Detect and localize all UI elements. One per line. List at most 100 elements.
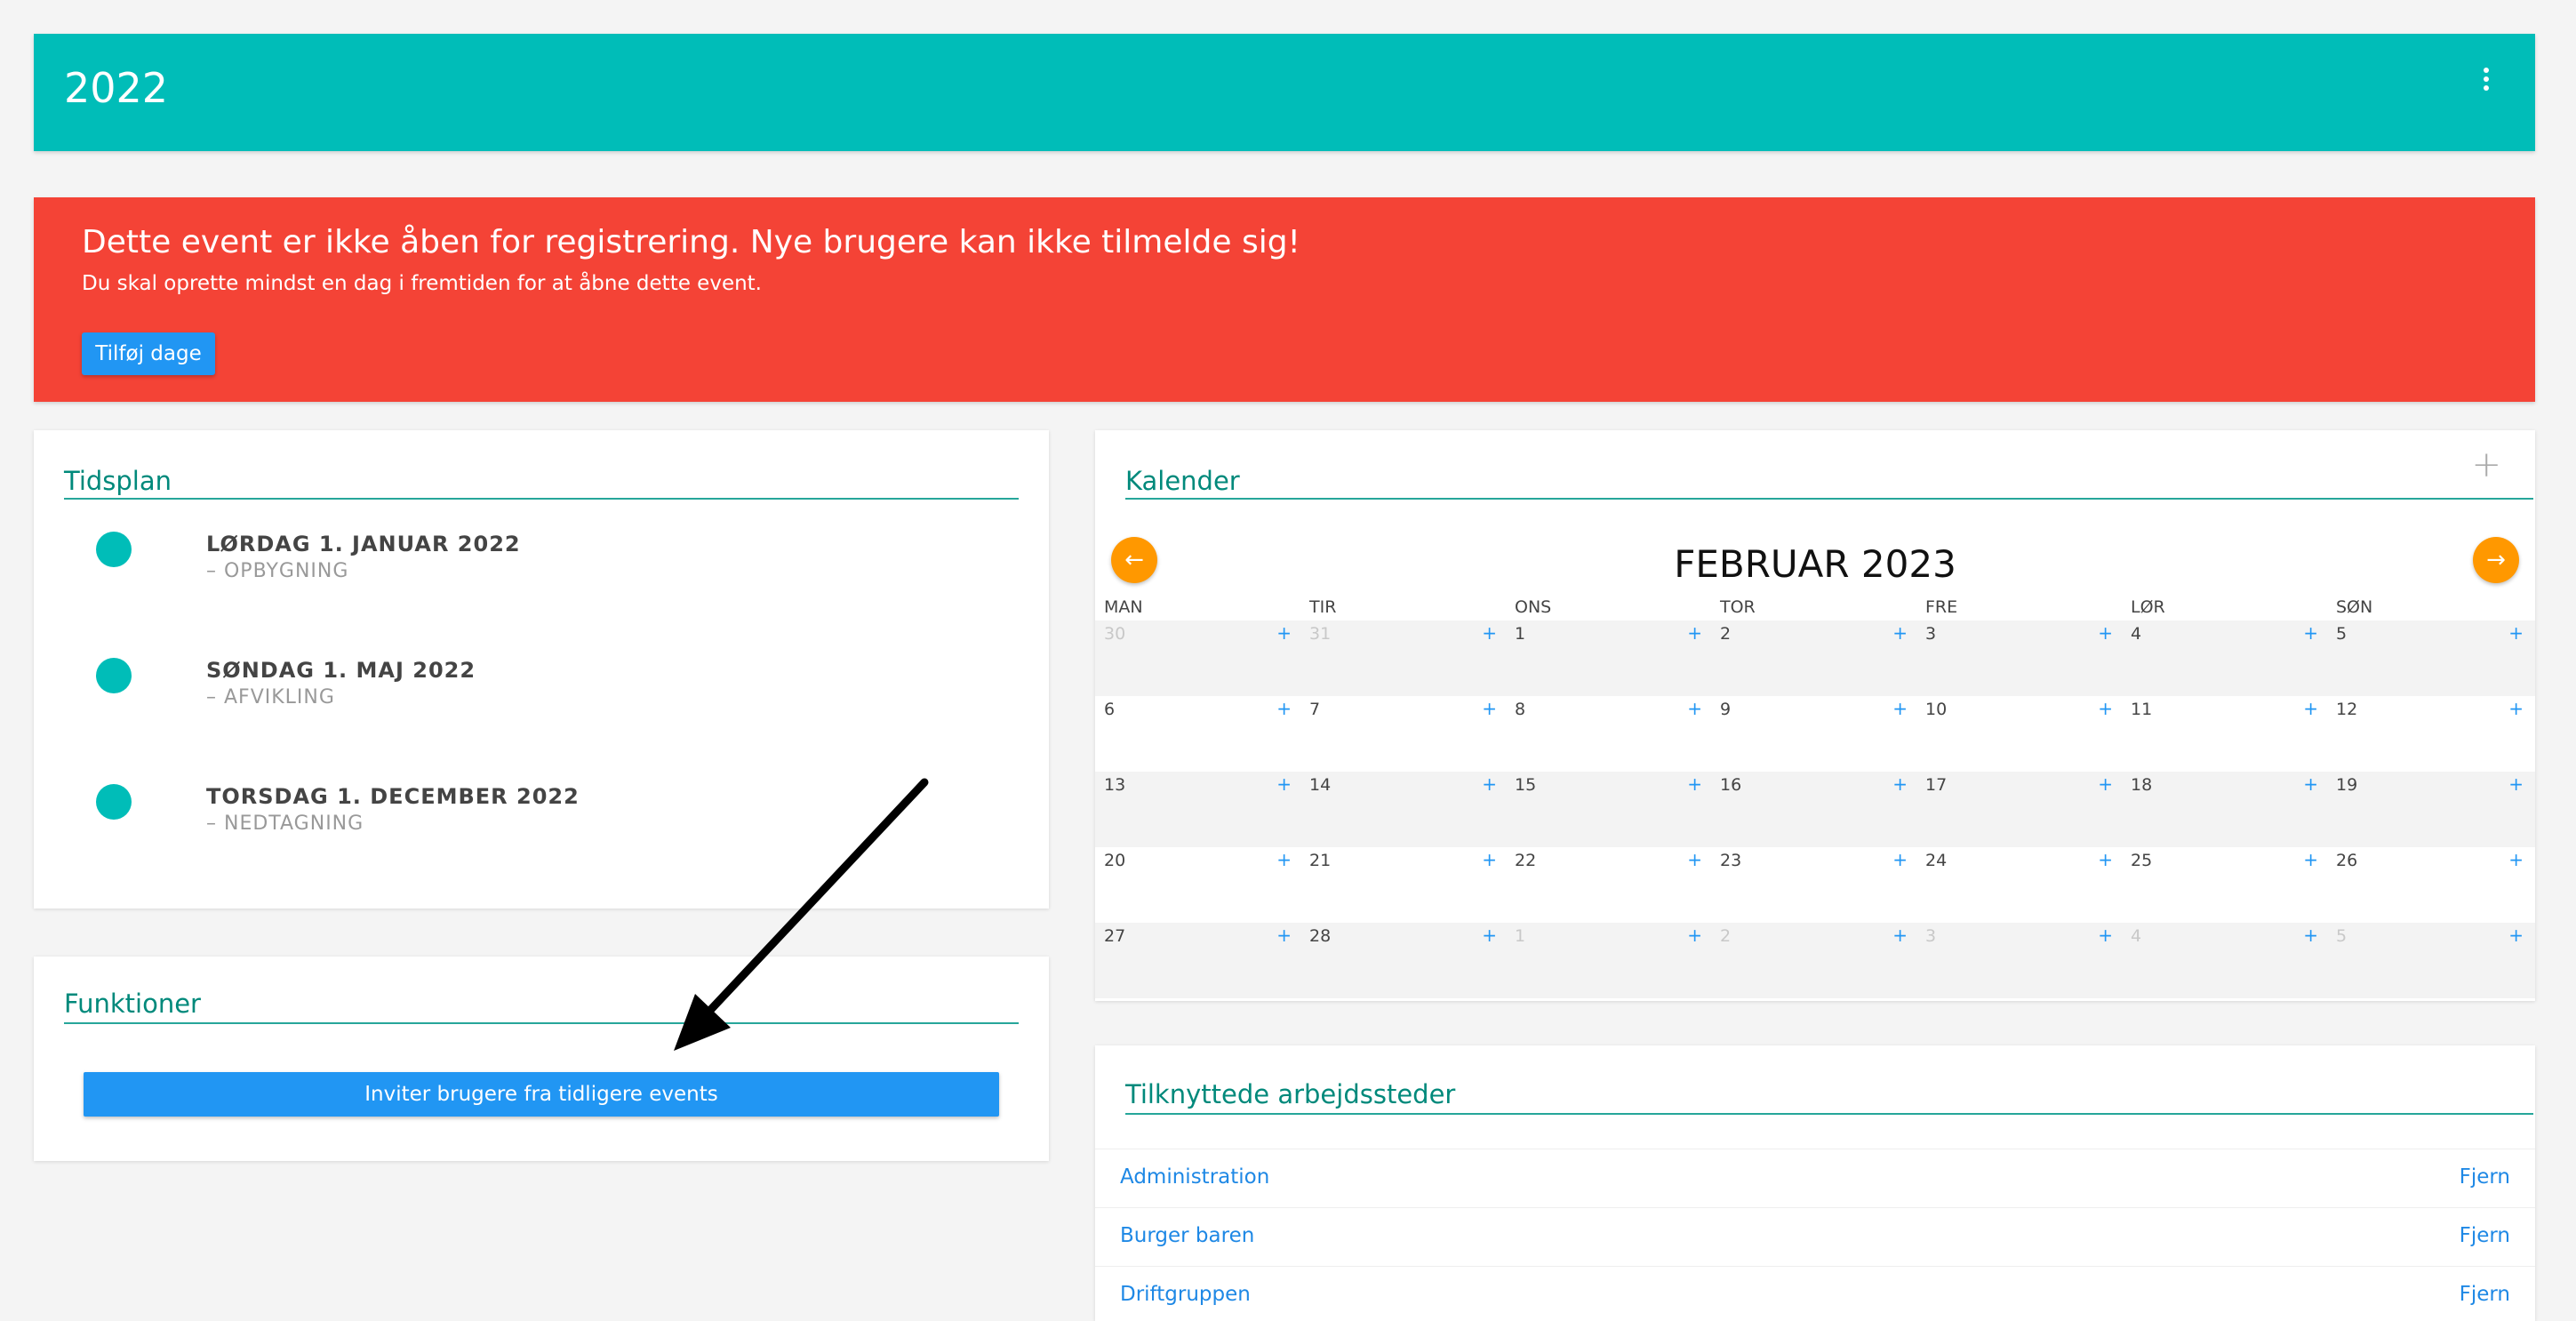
add-day-icon[interactable]: + (2303, 925, 2318, 946)
add-day-icon[interactable]: + (1687, 622, 1702, 644)
calendar-day[interactable]: 2 + (1711, 923, 1916, 998)
add-day-icon[interactable]: + (2098, 698, 2113, 719)
calendar-day[interactable]: 30 + (1095, 620, 1300, 696)
calendar-day[interactable]: 8 + (1506, 696, 1711, 772)
add-day-icon[interactable]: + (2508, 622, 2524, 644)
workplace-link[interactable]: Administration (1120, 1165, 1269, 1189)
day-number: 1 (1515, 624, 1526, 644)
add-day-icon[interactable]: + (2098, 622, 2113, 644)
calendar-day[interactable]: 15 + (1506, 772, 1711, 847)
invite-users-button[interactable]: Inviter brugere fra tidligere events (84, 1072, 999, 1117)
schedule-title: Tidsplan (64, 466, 172, 496)
calendar-day[interactable]: 7 + (1300, 696, 1506, 772)
calendar-day[interactable]: 5 + (2327, 620, 2532, 696)
add-day-icon[interactable]: + (2098, 773, 2113, 795)
calendar-day[interactable]: 28 + (1300, 923, 1506, 998)
add-day-icon[interactable]: + (1892, 698, 1908, 719)
add-day-icon[interactable]: + (2303, 773, 2318, 795)
calendar-day[interactable]: 11 + (2122, 696, 2327, 772)
day-number: 31 (1309, 624, 1332, 644)
day-number: 13 (1104, 775, 1126, 795)
calendar-day[interactable]: 26 + (2327, 847, 2532, 923)
calendar-day[interactable]: 4 + (2122, 620, 2327, 696)
add-day-icon[interactable]: + (2508, 698, 2524, 719)
day-number: 16 (1720, 775, 1742, 795)
workplace-link[interactable]: Driftgruppen (1120, 1283, 1251, 1306)
add-day-icon[interactable]: + (1276, 773, 1292, 795)
add-day-icon[interactable]: + (2508, 773, 2524, 795)
workplace-link[interactable]: Burger baren (1120, 1224, 1254, 1247)
add-icon[interactable]: + (2471, 444, 2501, 485)
day-number: 1 (1515, 926, 1526, 946)
calendar-day[interactable]: 6 + (1095, 696, 1300, 772)
workplaces-card: Tilknyttede arbejdssteder Administration… (1095, 1045, 2535, 1321)
add-day-icon[interactable]: + (1482, 622, 1497, 644)
calendar-day[interactable]: 16 + (1711, 772, 1916, 847)
add-day-icon[interactable]: + (1687, 925, 1702, 946)
add-days-button[interactable]: Tilføj dage (82, 332, 215, 375)
schedule-item-phase: – NEDTAGNING (206, 813, 364, 835)
remove-workplace-link[interactable]: Fjern (2460, 1165, 2510, 1189)
add-day-icon[interactable]: + (1482, 849, 1497, 870)
add-day-icon[interactable]: + (1276, 622, 1292, 644)
add-day-icon[interactable]: + (1276, 698, 1292, 719)
calendar-day[interactable]: 2 + (1711, 620, 1916, 696)
day-number: 14 (1309, 775, 1332, 795)
calendar-day[interactable]: 23 + (1711, 847, 1916, 923)
next-month-button[interactable]: → (2473, 537, 2519, 583)
calendar-day[interactable]: 31 + (1300, 620, 1506, 696)
add-day-icon[interactable]: + (1687, 849, 1702, 870)
add-day-icon[interactable]: + (1276, 925, 1292, 946)
calendar-day[interactable]: 25 + (2122, 847, 2327, 923)
calendar-day[interactable]: 17 + (1916, 772, 2122, 847)
day-number: 20 (1104, 851, 1126, 870)
add-day-icon[interactable]: + (1687, 698, 1702, 719)
calendar-day[interactable]: 20 + (1095, 847, 1300, 923)
add-day-icon[interactable]: + (1892, 849, 1908, 870)
add-day-icon[interactable]: + (2098, 849, 2113, 870)
remove-workplace-link[interactable]: Fjern (2460, 1283, 2510, 1306)
calendar-day[interactable]: 12 + (2327, 696, 2532, 772)
add-day-icon[interactable]: + (1482, 698, 1497, 719)
add-day-icon[interactable]: + (2303, 849, 2318, 870)
add-day-icon[interactable]: + (2303, 622, 2318, 644)
calendar-day[interactable]: 14 + (1300, 772, 1506, 847)
add-day-icon[interactable]: + (1482, 925, 1497, 946)
calendar-day[interactable]: 3 + (1916, 923, 2122, 998)
more-options-icon[interactable] (2482, 68, 2491, 94)
calendar-day[interactable]: 10 + (1916, 696, 2122, 772)
day-number: 17 (1925, 775, 1948, 795)
add-day-icon[interactable]: + (1276, 849, 1292, 870)
add-day-icon[interactable]: + (1482, 773, 1497, 795)
calendar-day[interactable]: 3 + (1916, 620, 2122, 696)
day-number: 2 (1720, 624, 1732, 644)
calendar-day[interactable]: 18 + (2122, 772, 2327, 847)
calendar-day[interactable]: 5 + (2327, 923, 2532, 998)
functions-title: Funktioner (64, 989, 201, 1019)
calendar-day[interactable]: 21 + (1300, 847, 1506, 923)
day-number: 4 (2131, 624, 2142, 644)
calendar-day[interactable]: 9 + (1711, 696, 1916, 772)
add-day-icon[interactable]: + (2098, 925, 2113, 946)
calendar-day[interactable]: 13 + (1095, 772, 1300, 847)
add-day-icon[interactable]: + (1687, 773, 1702, 795)
add-day-icon[interactable]: + (1892, 622, 1908, 644)
remove-workplace-link[interactable]: Fjern (2460, 1224, 2510, 1247)
workplaces-title-rule (1125, 1113, 2533, 1115)
calendar-day[interactable]: 22 + (1506, 847, 1711, 923)
calendar-day[interactable]: 1 + (1506, 923, 1711, 998)
day-number: 19 (2336, 775, 2358, 795)
calendar-day[interactable]: 19 + (2327, 772, 2532, 847)
add-day-icon[interactable]: + (2508, 925, 2524, 946)
calendar-day[interactable]: 1 + (1506, 620, 1711, 696)
add-day-icon[interactable]: + (1892, 773, 1908, 795)
weekday-label: MAN (1104, 597, 1143, 617)
add-day-icon[interactable]: + (2303, 698, 2318, 719)
calendar-day[interactable]: 4 + (2122, 923, 2327, 998)
calendar-day[interactable]: 24 + (1916, 847, 2122, 923)
add-day-icon[interactable]: + (2508, 849, 2524, 870)
weekday-label: SØN (2336, 597, 2373, 617)
add-day-icon[interactable]: + (1892, 925, 1908, 946)
calendar-day[interactable]: 27 + (1095, 923, 1300, 998)
alert-title: Dette event er ikke åben for registrerin… (82, 224, 1300, 260)
